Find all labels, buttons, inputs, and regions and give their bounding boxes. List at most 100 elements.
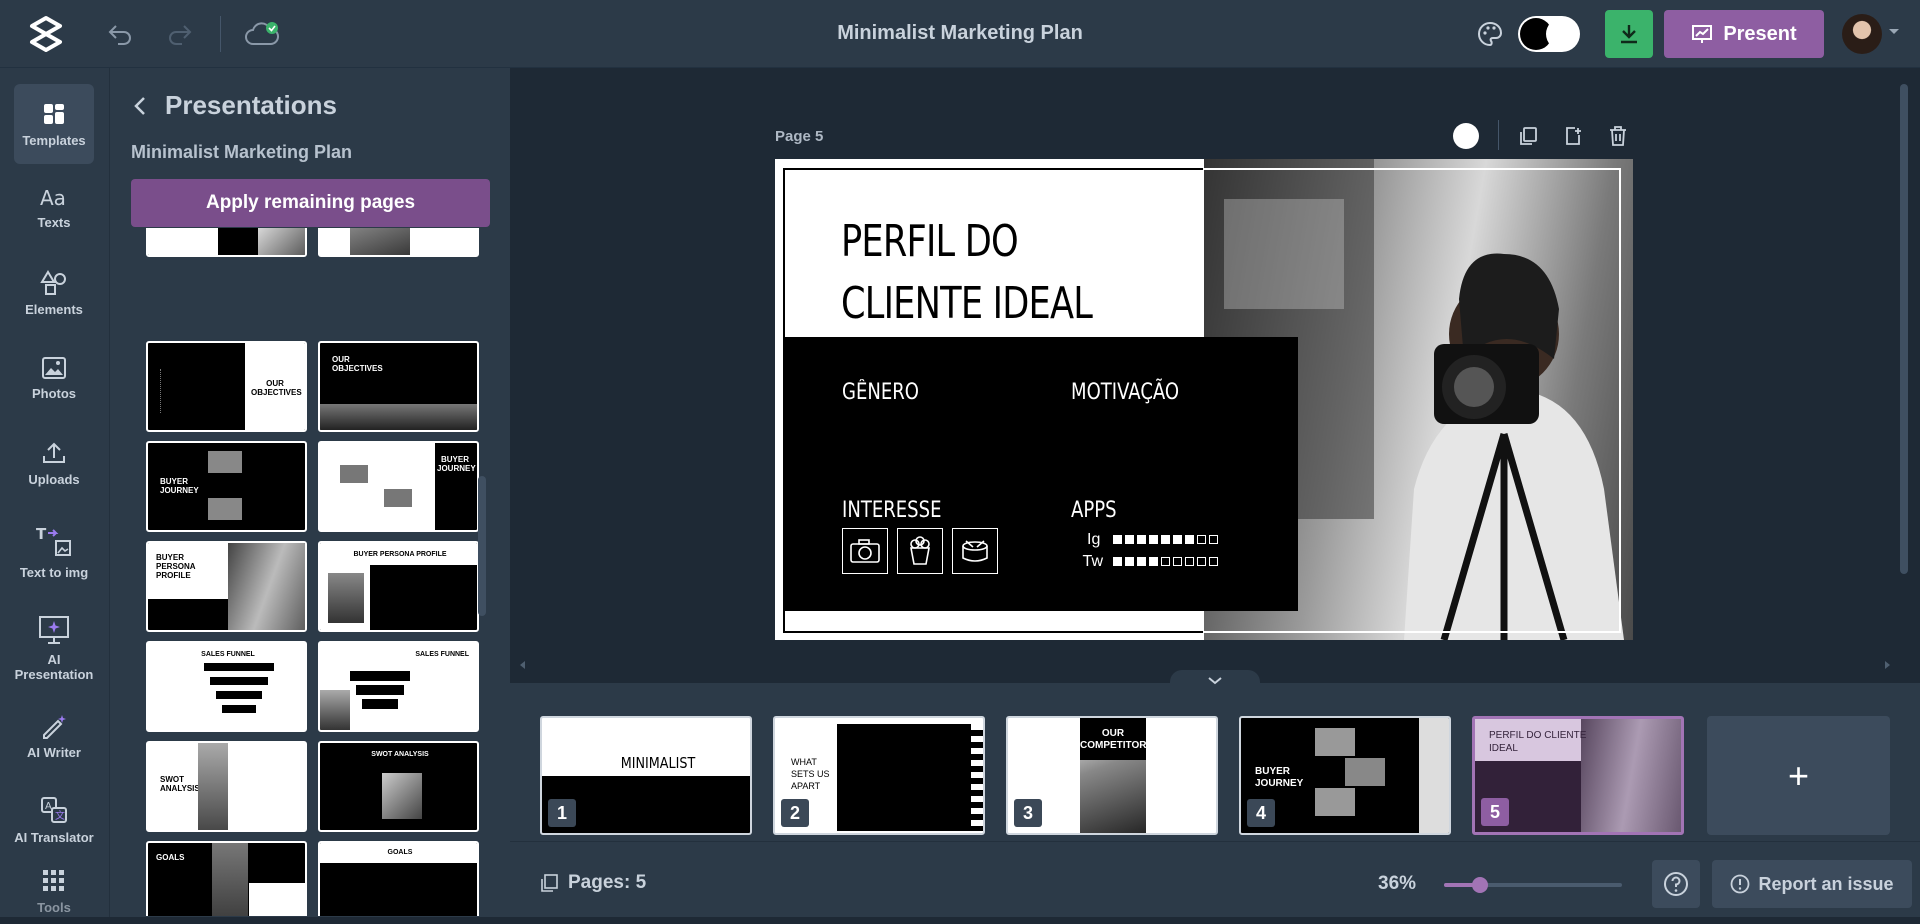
page-thumb-title: MINIMALIST MARKETING <box>620 754 696 794</box>
page-thumb-title: WHAT SETS US APART <box>791 757 830 791</box>
trash-icon <box>1610 126 1626 146</box>
page-thumb-2[interactable]: WHAT SETS US APART 2 <box>773 716 985 835</box>
camera-icon[interactable] <box>842 528 888 574</box>
slide-title[interactable]: PERFIL DO CLIENTE IDEAL <box>841 211 1177 335</box>
apps-row-ig: Ig <box>1087 531 1221 549</box>
template-thumb[interactable] <box>318 228 479 257</box>
rating-square-filled <box>1125 557 1134 566</box>
rail-item-ai-translator[interactable]: A文 AI Translator <box>14 780 94 860</box>
add-page-after-button[interactable] <box>1559 122 1587 150</box>
help-button[interactable] <box>1652 860 1700 908</box>
theme-palette-button[interactable] <box>1474 18 1506 50</box>
rail-label: Photos <box>31 385 77 401</box>
app-logo-icon[interactable] <box>26 14 66 54</box>
rail-label: Elements <box>25 301 83 317</box>
document-title[interactable]: Minimalist Marketing Plan <box>660 22 1260 45</box>
background-color-button[interactable] <box>1453 123 1479 149</box>
delete-page-button[interactable] <box>1604 122 1632 150</box>
redo-icon <box>169 25 192 45</box>
template-thumb[interactable]: BUYER JOURNEY <box>318 441 479 532</box>
collapse-strip-button[interactable] <box>1170 670 1260 692</box>
chevron-down-icon[interactable] <box>1888 28 1900 36</box>
template-thumb-title: SWOT ANALYSIS <box>371 751 429 758</box>
rating-square-filled <box>1149 557 1158 566</box>
slide-page-5[interactable]: PERFIL DO CLIENTE IDEAL GÊNERO MOTIVAÇÃO… <box>775 159 1633 640</box>
panel-scrollbar[interactable] <box>478 476 486 616</box>
slide-frame-right <box>1203 168 1621 633</box>
present-label: Present <box>1723 22 1797 45</box>
cloud-sync-button[interactable] <box>243 18 281 50</box>
template-thumb[interactable]: SWOT ANALYSIS <box>146 741 307 832</box>
template-thumb-title: BUYER JOURNEY <box>160 477 199 495</box>
page-thumb-5[interactable]: PERFIL DO CLIENTE IDEAL 5 <box>1472 716 1684 835</box>
present-button[interactable]: Present <box>1664 10 1824 58</box>
rating-square-filled <box>1125 535 1134 544</box>
rail-item-photos[interactable]: Photos <box>14 338 94 418</box>
apply-remaining-pages-button[interactable]: Apply remaining pages <box>131 179 490 227</box>
page-thumb-4[interactable]: BUYER JOURNEY 4 <box>1239 716 1451 835</box>
rail-item-uploads[interactable]: Uploads <box>14 423 94 503</box>
slide-title-line2: CLIENTE IDEAL <box>841 278 1093 329</box>
zoom-slider[interactable] <box>1444 877 1622 893</box>
template-thumb[interactable]: BUYER JOURNEY <box>146 441 307 532</box>
tools-icon <box>43 870 64 891</box>
undo-button[interactable] <box>104 18 136 50</box>
rail-label: Texts <box>37 214 71 230</box>
canvas-vertical-scrollbar[interactable] <box>1900 84 1908 574</box>
template-thumb[interactable] <box>146 228 307 257</box>
texts-icon: Aa <box>40 187 66 209</box>
svg-text:文: 文 <box>55 809 65 822</box>
page-number: 5 <box>1481 798 1509 826</box>
user-avatar[interactable] <box>1842 14 1882 54</box>
popcorn-icon[interactable] <box>897 528 943 574</box>
page-thumb-1[interactable]: MINIMALIST MARKETING 1 <box>540 716 752 835</box>
page-thumb-3[interactable]: OUR COMPETITORS 3 <box>1006 716 1218 835</box>
motivacao-label[interactable]: MOTIVAÇÃO <box>1071 380 1179 405</box>
template-thumb[interactable]: OUR OBJECTIVES <box>146 341 307 432</box>
scroll-right-icon[interactable] <box>1883 660 1891 670</box>
template-thumb[interactable]: GOALS <box>146 841 307 916</box>
download-button[interactable] <box>1605 10 1653 58</box>
chevron-left-icon[interactable] <box>130 92 150 120</box>
zoom-slider-handle[interactable] <box>1471 877 1488 893</box>
template-thumb[interactable]: BUYER PERSONA PROFILE <box>146 541 307 632</box>
add-page-button[interactable]: + <box>1707 716 1890 835</box>
template-thumb[interactable]: GOALS <box>318 841 479 916</box>
genero-label[interactable]: GÊNERO <box>842 380 919 405</box>
template-thumb[interactable]: SWOT ANALYSIS <box>318 741 479 832</box>
template-thumb[interactable]: BUYER PERSONA PROFILE <box>318 541 479 632</box>
redo-button[interactable] <box>164 18 196 50</box>
scroll-left-icon[interactable] <box>519 660 527 670</box>
photos-icon <box>42 356 66 379</box>
light-mode-knob <box>1546 18 1578 50</box>
dark-mode-toggle[interactable] <box>1518 16 1580 52</box>
top-bar: Minimalist Marketing Plan Present <box>0 0 1920 68</box>
template-thumb[interactable]: OUR OBJECTIVES <box>318 341 479 432</box>
apps-row-tw: Tw <box>1077 553 1221 571</box>
apps-row-rating <box>1113 553 1221 571</box>
rail-item-tools[interactable]: Tools <box>14 864 94 924</box>
report-issue-button[interactable]: Report an issue <box>1712 860 1912 908</box>
duplicate-page-button[interactable] <box>1514 122 1542 150</box>
template-thumb[interactable]: SALES FUNNEL <box>318 641 479 732</box>
rail-item-ai-writer[interactable]: AI Writer <box>14 696 94 776</box>
ai-translator-icon: A文 <box>41 796 67 823</box>
rail-item-text-to-img[interactable]: T Text to img <box>14 508 94 596</box>
rail-label: Tools <box>37 900 71 915</box>
rail-item-ai-presentation[interactable]: AI Presentation <box>14 598 94 698</box>
rail-label: Text to img <box>19 564 89 580</box>
rail-item-elements[interactable]: Elements <box>14 253 94 333</box>
interesse-label[interactable]: INTERESSE <box>842 498 941 523</box>
template-thumb[interactable]: SALES FUNNEL <box>146 641 307 732</box>
undo-icon <box>108 25 131 45</box>
rail-item-templates[interactable]: Templates <box>14 84 94 164</box>
rail-item-texts[interactable]: Aa Texts <box>14 168 94 248</box>
page-number: 1 <box>548 799 576 827</box>
apps-label[interactable]: APPS <box>1071 498 1117 523</box>
rating-square-filled <box>1113 535 1122 544</box>
zoom-value[interactable]: 36% <box>1378 873 1416 895</box>
pages-count[interactable]: Pages: 5 <box>540 872 646 894</box>
template-thumb-title: OUR OBJECTIVES <box>332 355 383 373</box>
drum-icon[interactable] <box>952 528 998 574</box>
rating-square-filled <box>1113 557 1122 566</box>
